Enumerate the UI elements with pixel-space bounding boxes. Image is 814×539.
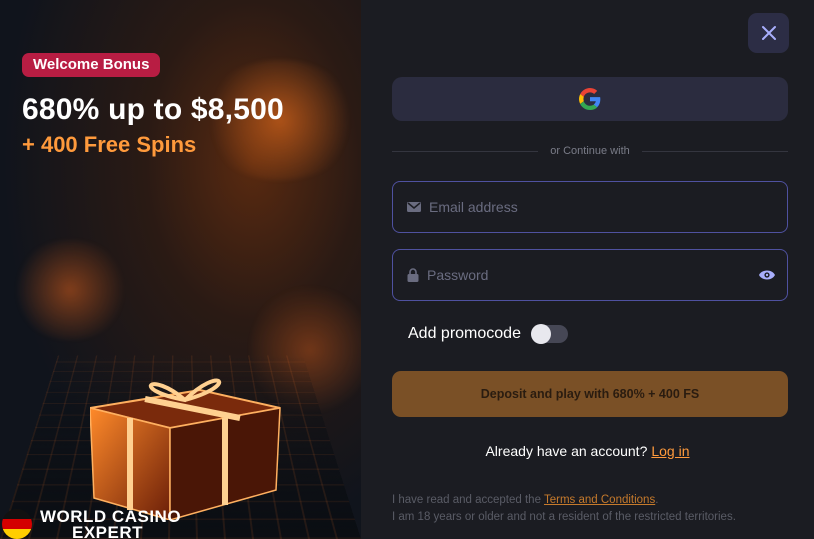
- lock-icon: [407, 268, 419, 282]
- deposit-play-button[interactable]: Deposit and play with 680% + 400 FS: [392, 371, 788, 417]
- promo-panel: Welcome Bonus 680% up to $8,500 + 400 Fr…: [0, 0, 361, 539]
- toggle-knob: [530, 324, 551, 344]
- brand-watermark: WORLD CASINO EXPERT: [0, 503, 200, 539]
- terms-line-2: I am 18 years or older and not a residen…: [392, 511, 736, 523]
- or-continue-divider: or Continue with: [392, 143, 788, 159]
- show-password-button[interactable]: [747, 269, 787, 281]
- login-link[interactable]: Log in: [651, 443, 689, 459]
- terms-text: I have read and accepted the Terms and C…: [392, 492, 792, 526]
- password-input[interactable]: [419, 267, 747, 283]
- terms-link[interactable]: Terms and Conditions: [544, 494, 655, 506]
- promocode-label: Add promocode: [408, 325, 521, 342]
- google-icon: [579, 88, 601, 110]
- divider-text: or Continue with: [550, 145, 630, 157]
- promocode-toggle[interactable]: [530, 324, 568, 344]
- signup-form: or Continue with Email address Add promo…: [361, 0, 814, 539]
- close-icon: [761, 26, 776, 40]
- gift-box-illustration: [90, 378, 281, 520]
- promocode-row: Add promocode: [408, 324, 568, 344]
- germany-flag-icon: [2, 509, 32, 539]
- already-text: Already have an account?: [485, 443, 648, 459]
- free-spins-subline: + 400 Free Spins: [22, 132, 197, 157]
- mail-icon: [407, 202, 421, 212]
- terms-suffix: .: [655, 494, 659, 506]
- email-field[interactable]: [392, 181, 788, 233]
- welcome-bonus-badge: Welcome Bonus: [22, 53, 161, 77]
- google-signin-button[interactable]: [392, 77, 788, 121]
- signup-modal: Welcome Bonus 680% up to $8,500 + 400 Fr…: [0, 0, 814, 539]
- login-prompt: Already have an account? Log in: [361, 443, 814, 459]
- bonus-headline: 680% up to $8,500: [22, 93, 284, 126]
- email-input[interactable]: [421, 199, 787, 215]
- close-button[interactable]: [748, 13, 789, 53]
- password-field[interactable]: [392, 249, 788, 301]
- terms-prefix: I have read and accepted the: [392, 494, 541, 506]
- brand-line-2: EXPERT: [72, 523, 144, 539]
- eye-icon: [759, 270, 775, 280]
